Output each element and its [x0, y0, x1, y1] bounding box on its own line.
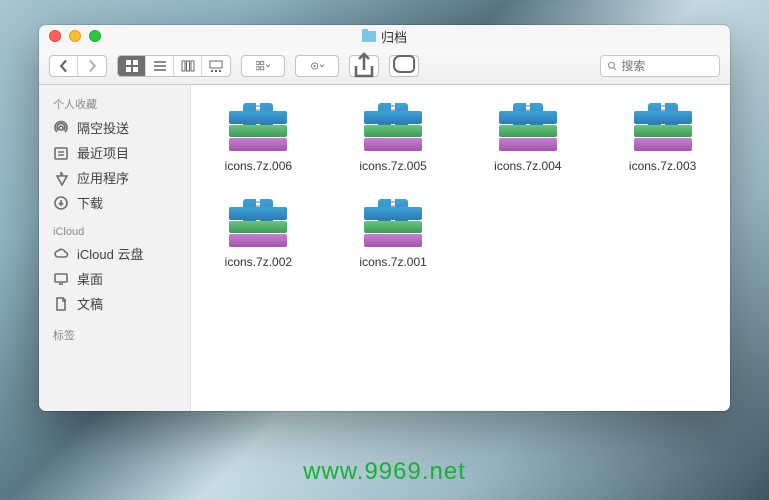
- list-view-button[interactable]: [146, 56, 174, 76]
- title-text: 归档: [381, 27, 407, 46]
- sidebar-item-label: 应用程序: [77, 168, 129, 187]
- titlebar: 归档: [39, 25, 730, 47]
- arrange-icon: [256, 59, 270, 73]
- sidebar-item-label: 桌面: [77, 269, 103, 288]
- arrange-button-group: [241, 55, 285, 77]
- file-item[interactable]: icons.7z.001: [340, 199, 447, 269]
- document-icon: [53, 296, 69, 312]
- minimize-button[interactable]: [69, 30, 81, 42]
- clock-icon: [53, 145, 69, 161]
- archive-icon: [229, 199, 287, 247]
- view-buttons: [117, 55, 231, 77]
- content-area: icons.7z.006 icons.7z.005 icons.7z.004 icon…: [191, 85, 730, 411]
- toolbar: [39, 47, 730, 85]
- search-field[interactable]: [600, 55, 720, 77]
- desktop-icon: [53, 271, 69, 287]
- nav-buttons: [49, 55, 107, 77]
- sidebar: 个人收藏 隔空投送 最近项目 应用程序 下载 iCloud iCloud 云盘: [39, 85, 191, 411]
- file-item[interactable]: icons.7z.003: [609, 103, 716, 173]
- grid-icon: [125, 59, 139, 73]
- apps-icon: [53, 170, 69, 186]
- window-controls: [49, 30, 101, 42]
- sidebar-item-label: 最近项目: [77, 143, 129, 162]
- sidebar-item-icloud-drive[interactable]: iCloud 云盘: [39, 241, 190, 266]
- file-item[interactable]: icons.7z.006: [205, 103, 312, 173]
- tags-button[interactable]: [389, 55, 419, 77]
- archive-icon: [634, 103, 692, 151]
- cloud-icon: [53, 246, 69, 262]
- tag-icon: [390, 52, 418, 80]
- sidebar-item-documents[interactable]: 文稿: [39, 291, 190, 316]
- chevron-right-icon: [85, 59, 99, 73]
- window-body: 个人收藏 隔空投送 最近项目 应用程序 下载 iCloud iCloud 云盘: [39, 85, 730, 411]
- sidebar-section-icloud: iCloud: [39, 223, 190, 241]
- file-label: icons.7z.002: [225, 255, 292, 269]
- airdrop-icon: [53, 120, 69, 136]
- archive-icon: [229, 103, 287, 151]
- columns-icon: [181, 59, 195, 73]
- file-item[interactable]: icons.7z.005: [340, 103, 447, 173]
- action-button[interactable]: [296, 56, 338, 76]
- archive-icon: [364, 103, 422, 151]
- back-button[interactable]: [50, 56, 78, 76]
- archive-icon: [364, 199, 422, 247]
- file-label: icons.7z.001: [359, 255, 426, 269]
- maximize-button[interactable]: [89, 30, 101, 42]
- sidebar-item-label: 文稿: [77, 294, 103, 313]
- window-title: 归档: [362, 27, 407, 46]
- sidebar-section-favorites: 个人收藏: [39, 93, 190, 115]
- share-button[interactable]: [349, 55, 379, 77]
- list-icon: [153, 59, 167, 73]
- sidebar-item-downloads[interactable]: 下载: [39, 190, 190, 215]
- sidebar-item-label: 隔空投送: [77, 118, 129, 137]
- search-input[interactable]: [621, 59, 713, 73]
- sidebar-item-label: 下载: [77, 193, 103, 212]
- gallery-view-button[interactable]: [202, 56, 230, 76]
- search-icon: [607, 60, 617, 72]
- sidebar-item-desktop[interactable]: 桌面: [39, 266, 190, 291]
- chevron-left-icon: [57, 59, 71, 73]
- finder-window: 归档: [39, 25, 730, 411]
- download-icon: [53, 195, 69, 211]
- sidebar-item-airdrop[interactable]: 隔空投送: [39, 115, 190, 140]
- gear-icon: [310, 59, 324, 73]
- icon-view-button[interactable]: [118, 56, 146, 76]
- file-label: icons.7z.005: [359, 159, 426, 173]
- file-item[interactable]: icons.7z.004: [475, 103, 582, 173]
- file-label: icons.7z.004: [494, 159, 561, 173]
- folder-icon: [362, 31, 376, 42]
- file-label: icons.7z.006: [225, 159, 292, 173]
- arrange-button[interactable]: [242, 56, 284, 76]
- gallery-icon: [209, 59, 223, 73]
- sidebar-item-label: iCloud 云盘: [77, 244, 143, 263]
- forward-button[interactable]: [78, 56, 106, 76]
- column-view-button[interactable]: [174, 56, 202, 76]
- sidebar-item-recents[interactable]: 最近项目: [39, 140, 190, 165]
- close-button[interactable]: [49, 30, 61, 42]
- share-icon: [350, 52, 378, 80]
- file-label: icons.7z.003: [629, 159, 696, 173]
- sidebar-section-tags: 标签: [39, 324, 190, 346]
- archive-icon: [499, 103, 557, 151]
- sidebar-item-applications[interactable]: 应用程序: [39, 165, 190, 190]
- file-item[interactable]: icons.7z.002: [205, 199, 312, 269]
- watermark: www.9969.net: [0, 458, 769, 486]
- file-grid: icons.7z.006 icons.7z.005 icons.7z.004 icon…: [205, 103, 716, 269]
- action-button-group: [295, 55, 339, 77]
